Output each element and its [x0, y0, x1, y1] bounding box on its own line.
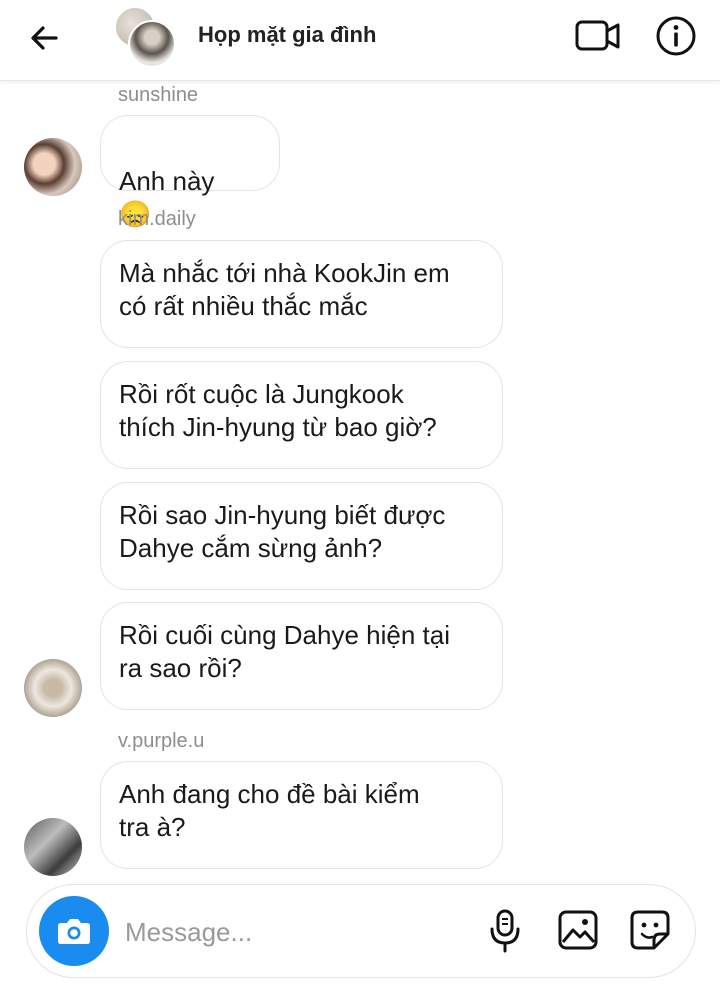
message-bubble[interactable]: Anh đang cho đề bài kiểm tra à? — [100, 761, 503, 869]
back-arrow-icon[interactable] — [26, 18, 66, 58]
sender-name: kim.daily — [118, 208, 196, 230]
group-avatar[interactable] — [110, 6, 176, 68]
group-avatar-member-2 — [128, 20, 176, 68]
sender-name: sunshine — [118, 84, 199, 106]
avatar[interactable] — [24, 818, 82, 876]
chat-title[interactable]: Họp mặt gia đình — [198, 22, 376, 48]
sender-name: v.purple.u — [118, 730, 205, 752]
message-bubble[interactable]: Mà nhắc tới nhà KookJin em có rất nhiều … — [100, 240, 503, 348]
message-bubble[interactable]: Rồi sao Jin-hyung biết được Dahye cắm sừ… — [100, 482, 503, 590]
camera-icon[interactable] — [39, 896, 109, 966]
message-bubble[interactable]: Rồi cuối cùng Dahye hiện tại ra sao rồi? — [100, 602, 503, 710]
video-call-icon[interactable] — [574, 16, 622, 56]
info-icon[interactable] — [654, 14, 698, 58]
message-input[interactable] — [123, 907, 467, 957]
message-composer — [26, 884, 696, 978]
avatar[interactable] — [24, 659, 82, 717]
message-bubble[interactable]: Anh này 😞 — [100, 115, 280, 229]
message-bubble[interactable]: Rồi rốt cuộc là Jungkook thích Jin-hyung… — [100, 361, 503, 469]
avatar[interactable] — [24, 138, 82, 196]
message-text: Anh này — [119, 166, 215, 196]
chat-header: Họp mặt gia đình — [0, 0, 720, 81]
gallery-icon[interactable] — [557, 909, 599, 951]
sticker-icon[interactable] — [629, 909, 671, 951]
microphone-icon[interactable] — [485, 907, 525, 955]
